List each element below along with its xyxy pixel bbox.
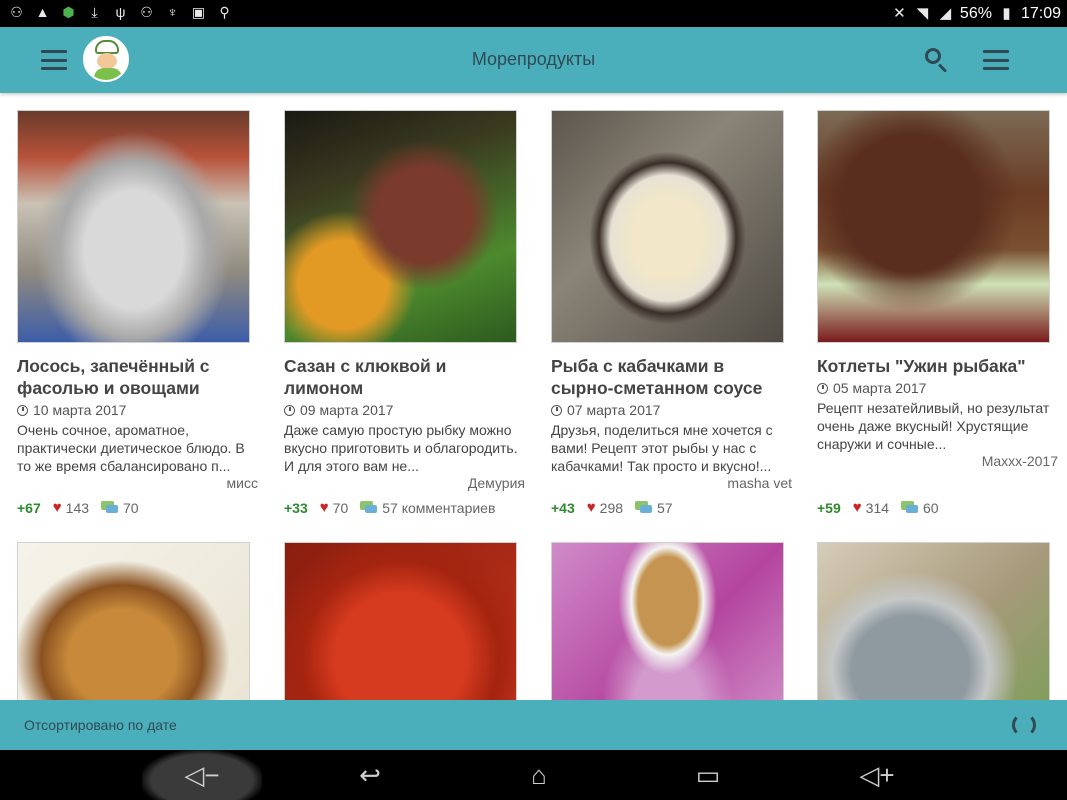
app-bar: Морепродукты (0, 27, 1067, 93)
recipe-description: Друзья, поделиться мне хочется с вами! Р… (551, 422, 773, 474)
status-bar: ⚇ ▲ ⬢ ⤓ ψ ⚇ ♆ ▣ ⚲ ✕ ◥ ◢ 56% ▮ 17:09 (0, 0, 1067, 27)
recipe-photo-salmon-in-foil[interactable] (17, 110, 250, 343)
usb-debug-icon: ⚇ (10, 4, 23, 20)
recipe-stats: +59 ♥ 314 60 (817, 499, 939, 516)
volume-down-icon[interactable]: ◁− (142, 750, 262, 800)
recipe-photo-fish-with-zucchini[interactable] (551, 110, 784, 343)
refresh-icon[interactable] (1012, 713, 1036, 737)
recipe-date: 09 марта 2017 (284, 402, 393, 418)
recipe-photo-carp-with-cranberry[interactable] (284, 110, 517, 343)
categories-menu-icon[interactable] (983, 50, 1009, 70)
recipe-description: Рецепт незатейливый, но результат очень … (817, 400, 1050, 452)
recipe-stats: +33 ♥ 70 57 комментариев (284, 499, 495, 516)
volume-up-icon[interactable]: ◁+ (817, 750, 937, 800)
recipe-date: 05 марта 2017 (817, 380, 926, 396)
system-navigation-bar: ◁− ↩ ⌂ ▭ ◁+ (0, 750, 1067, 800)
recipe-stats: +43 ♥ 298 57 (551, 499, 673, 516)
recipe-title[interactable]: Котлеты "Ужин рыбака" (817, 355, 1057, 377)
likes-count: 298 (599, 499, 624, 516)
battery-percent: 56% (959, 4, 992, 22)
recipe-author[interactable]: Демурия (468, 475, 525, 491)
usb-icon: ♆ (167, 4, 178, 20)
download-icon: ⤓ (91, 4, 98, 20)
clock-time: 17:09 (1020, 4, 1061, 22)
wifi-icon: ◥ (916, 4, 929, 22)
home-icon[interactable]: ⌂ (479, 750, 599, 800)
back-icon[interactable]: ↩ (310, 750, 430, 800)
usb-icon: ⚇ (140, 4, 153, 20)
search-icon[interactable] (924, 47, 950, 73)
recipe-title[interactable]: Рыба с кабачками в сырно-сметанном соусе (551, 355, 791, 399)
recipe-photo-fish-cutlets[interactable] (817, 110, 1050, 343)
notification-icons: ⚇ ▲ ⬢ ⤓ ψ ⚇ ♆ ▣ ⚲ (8, 3, 233, 21)
comments-count: 57 комментариев (382, 499, 496, 516)
clock-icon (17, 404, 28, 416)
recipe-author[interactable]: masha vet (727, 475, 792, 491)
shield-app-icon: ⬢ (62, 4, 75, 20)
comments-count: 60 (923, 499, 939, 516)
likes-count: 314 (865, 499, 890, 516)
heart-icon[interactable]: ♥ (320, 499, 329, 516)
recipe-date: 10 марта 2017 (17, 402, 126, 418)
warning-icon: ▲ (35, 4, 50, 20)
comments-count: 70 (123, 499, 139, 516)
clock-icon (284, 404, 295, 416)
recent-apps-icon[interactable]: ▭ (648, 750, 768, 800)
heart-icon[interactable]: ♥ (853, 499, 862, 516)
heart-icon[interactable]: ♥ (53, 499, 62, 516)
image-icon: ▣ (191, 4, 206, 20)
recipe-author[interactable]: Maxxx-2017 (982, 453, 1058, 469)
clock-icon (551, 404, 562, 416)
system-indicators: ✕ ◥ ◢ 56% ▮ 17:09 (891, 0, 1061, 27)
recipe-stats: +67 ♥ 143 70 (17, 499, 139, 516)
comments-icon[interactable] (101, 501, 119, 514)
recipe-date: 07 марта 2017 (551, 402, 660, 418)
rating-score: +59 (817, 499, 841, 516)
usb-icon: ψ (115, 4, 126, 20)
recipe-title[interactable]: Сазан с клюквой и лимоном (284, 355, 524, 399)
page-title: Морепродукты (471, 49, 596, 69)
comments-icon[interactable] (360, 501, 378, 514)
search-icon: ⚲ (219, 4, 230, 20)
mute-icon: ✕ (893, 4, 906, 22)
comments-icon[interactable] (635, 501, 653, 514)
clock-icon (817, 382, 828, 394)
comments-icon[interactable] (901, 501, 919, 514)
likes-count: 143 (65, 499, 90, 516)
rating-score: +33 (284, 499, 308, 516)
rating-score: +43 (551, 499, 575, 516)
heart-icon[interactable]: ♥ (587, 499, 596, 516)
recipe-author[interactable]: мисс (227, 475, 258, 491)
recipe-description: Очень сочное, ароматное, практически дие… (17, 422, 245, 474)
comments-count: 57 (657, 499, 673, 516)
likes-count: 70 (332, 499, 349, 516)
recipe-title[interactable]: Лосось, запечённый с фасолью и овощами (17, 355, 257, 399)
battery-icon: ▮ (1002, 4, 1011, 22)
recipe-description: Даже самую простую рыбку можно вкусно пр… (284, 422, 518, 474)
signal-icon: ◢ (939, 4, 952, 22)
sort-label[interactable]: Отсортировано по дате (24, 717, 177, 733)
sort-bar: Отсортировано по дате (0, 700, 1067, 750)
rating-score: +67 (17, 499, 41, 516)
